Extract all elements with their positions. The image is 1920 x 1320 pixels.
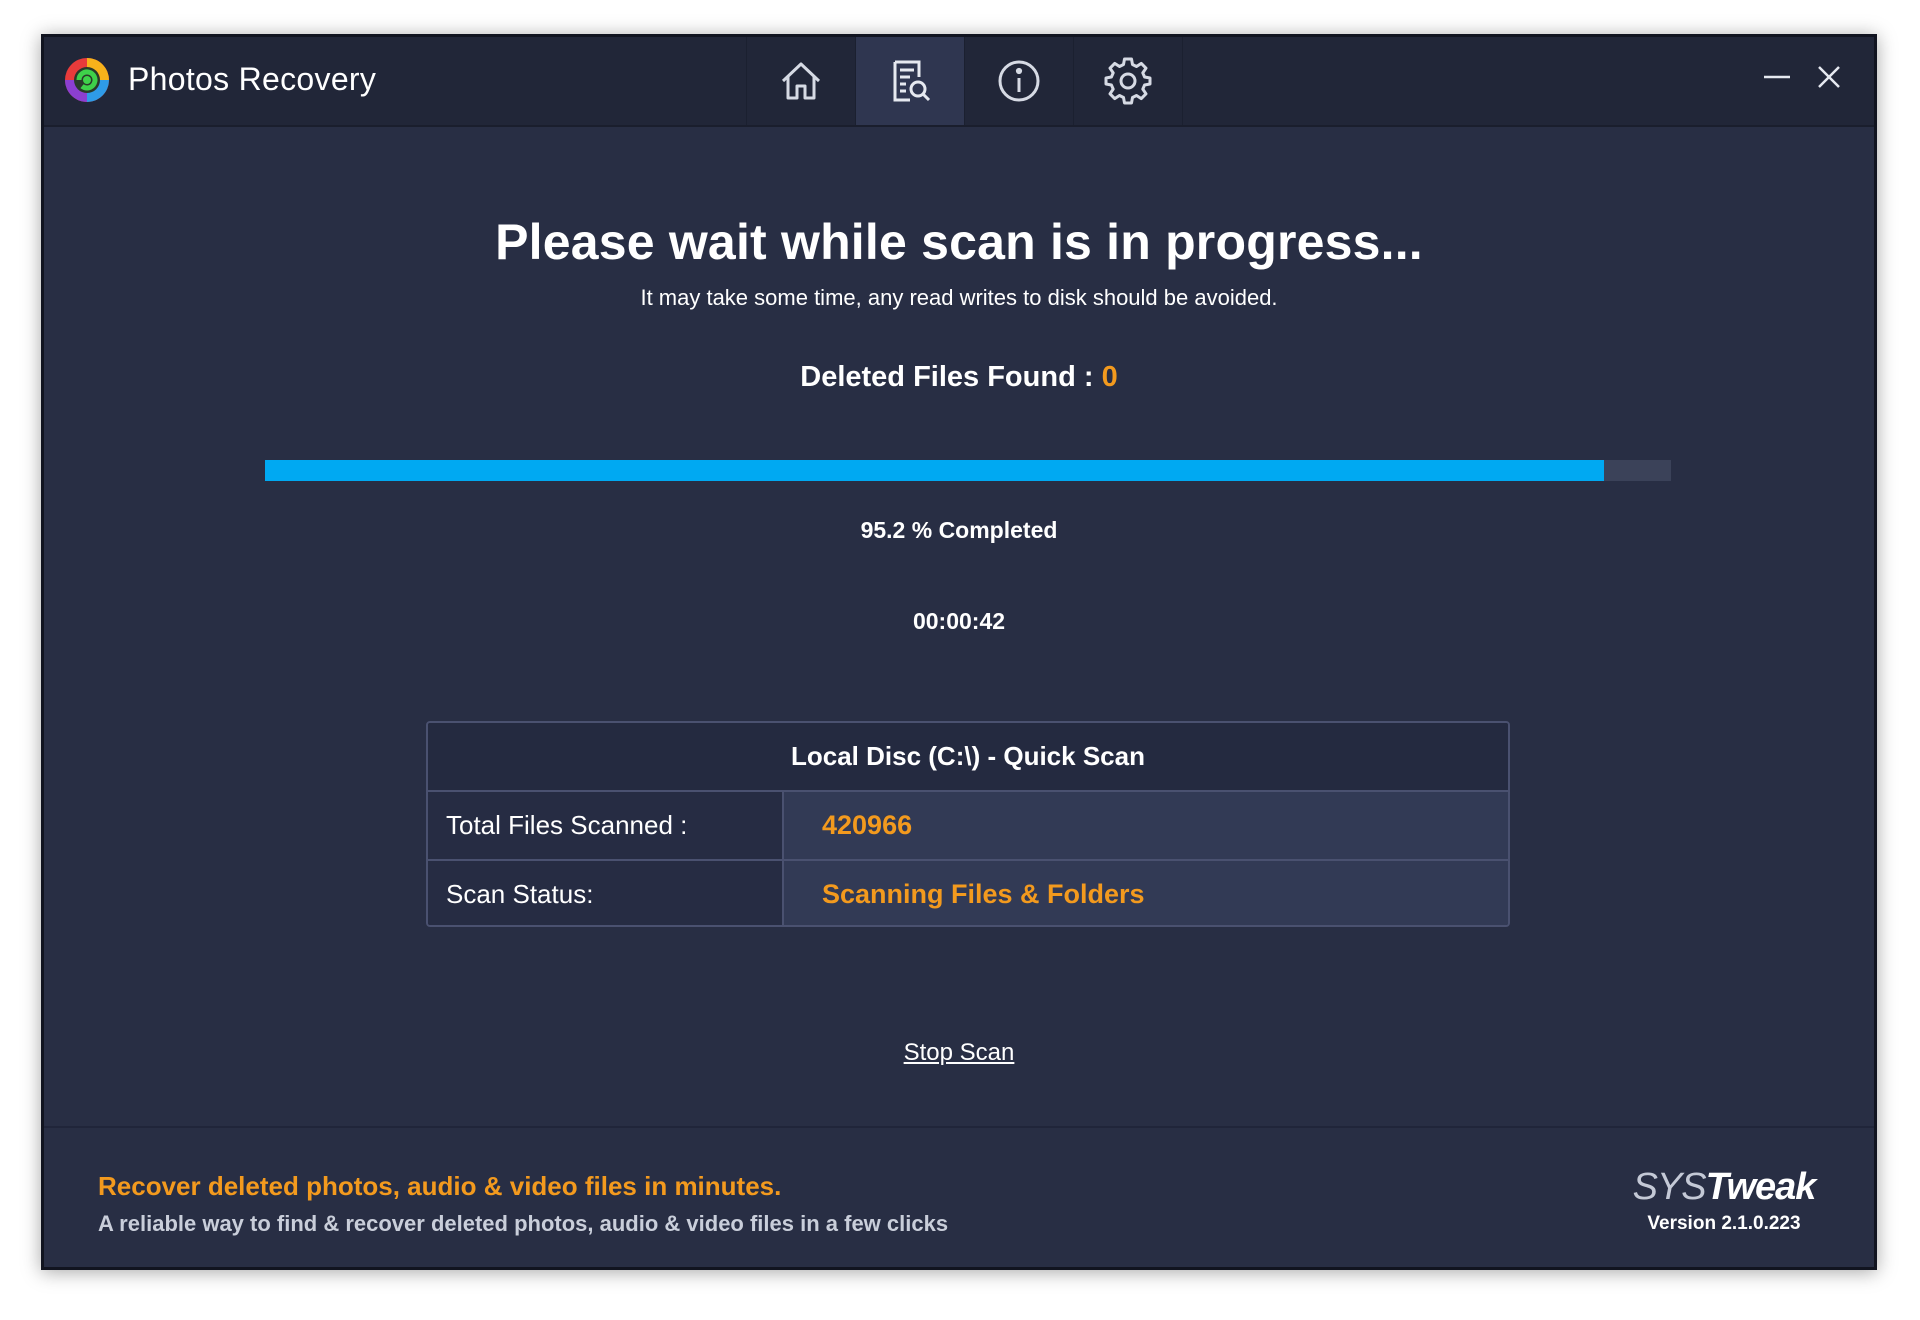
total-files-scanned-value: 420966 [784,792,1508,859]
close-button[interactable] [1809,57,1849,97]
tab-scan[interactable] [855,37,964,125]
app-logo-icon [65,58,109,102]
deleted-files-found: Deleted Files Found : 0 [44,361,1874,394]
table-row: Scan Status: Scanning Files & Folders [428,861,1508,925]
brand-tweak: Tweak [1705,1166,1817,1208]
progress-percent-text: 95.2 % Completed [860,517,1058,543]
tab-settings[interactable] [1073,37,1183,125]
scan-progress-fill [265,460,1604,481]
version-text: Version 2.1.0.223 [1647,1213,1801,1234]
scan-subline: It may take some time, any read writes t… [640,285,1278,310]
scan-headline: Please wait while scan is in progress... [495,214,1423,270]
info-icon [998,60,1040,102]
total-files-scanned-label: Total Files Scanned : [428,792,784,859]
scan-report-icon [893,60,931,102]
minimize-icon [1764,75,1790,79]
scan-progress-bar [265,460,1671,481]
tab-about[interactable] [964,37,1073,125]
home-icon [781,62,821,100]
stop-scan-link[interactable]: Stop Scan [904,1039,1015,1066]
footer-tagline: Recover deleted photos, audio & video fi… [98,1171,782,1201]
systweak-brand: SYSTweak Version 2.1.0.223 [1609,1167,1839,1235]
scan-status-value: Scanning Files & Folders [784,861,1508,925]
elapsed-time: 00:00:42 [912,608,1006,634]
footer-tagline-sub: A reliable way to find & recover deleted… [98,1211,949,1236]
close-icon [1818,66,1840,88]
scan-status-label: Scan Status: [428,861,784,925]
app-title: Photos Recovery [128,61,377,97]
scan-details-table: Local Disc (C:\) - Quick Scan Total File… [426,721,1510,927]
tab-home[interactable] [746,37,855,125]
app-window: Photos Recovery Please wait while scan i… [41,34,1877,1270]
deleted-files-count: 0 [1101,361,1118,393]
table-row: Total Files Scanned : 420966 [428,792,1508,861]
minimize-button[interactable] [1757,57,1797,97]
scan-details-heading: Local Disc (C:\) - Quick Scan [428,723,1508,792]
title-bar: Photos Recovery [44,37,1874,127]
deleted-files-label: Deleted Files Found : [800,361,1102,393]
footer-divider [44,1126,1874,1128]
brand-sys: SYS [1632,1166,1707,1208]
top-nav [746,37,1183,125]
gear-icon [1104,57,1152,105]
stop-scan-container: Stop Scan [44,1039,1874,1067]
brand-logo: SYSTweak [1609,1167,1839,1207]
